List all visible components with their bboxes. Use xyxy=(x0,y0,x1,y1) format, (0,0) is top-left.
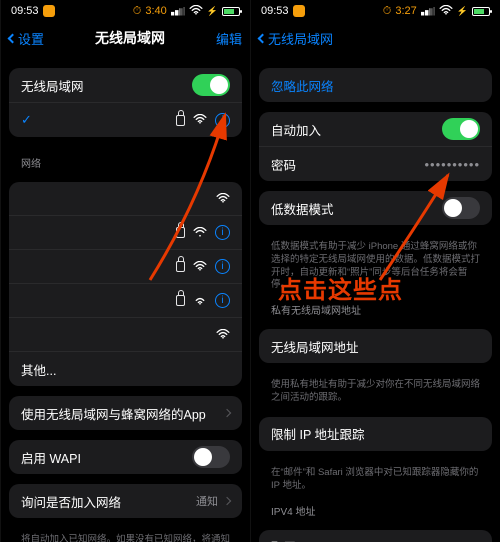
wlan-address-label: 无线局域网地址 xyxy=(271,337,480,356)
lock-icon xyxy=(176,295,185,306)
network-row[interactable]: i xyxy=(9,284,242,318)
limit-tracking-row[interactable]: 限制 IP 地址跟踪 xyxy=(259,417,492,451)
apps-using-wifi-row[interactable]: 使用无线局域网与蜂窝网络的App xyxy=(9,396,242,430)
status-bar: 09:53 ⏱ 3:27 ⚡ xyxy=(251,0,500,22)
right-screen: 09:53 ⏱ 3:27 ⚡ 无线局域网 忽略此网络 自动加入 xyxy=(250,0,500,542)
low-data-toggle[interactable] xyxy=(442,197,480,219)
private-addr-footer: 使用私有地址有助于减少对你在不同无线局域网络之间活动的跟踪。 xyxy=(259,373,492,407)
wifi-icon xyxy=(189,5,203,18)
page-title: 无线局域网 xyxy=(44,28,216,48)
networks-list: i i i xyxy=(9,182,242,386)
config-ip-label: 配置 IP xyxy=(271,537,480,542)
ipv4-header: IPV4 地址 xyxy=(259,495,492,520)
wifi-icon xyxy=(439,5,453,18)
wlan-address-row[interactable]: 无线局域网地址 xyxy=(259,329,492,363)
network-row[interactable] xyxy=(9,318,242,352)
ask-label: 询问是否加入网络 xyxy=(21,492,196,511)
network-row[interactable] xyxy=(9,182,242,216)
private-addr-header: 私有无线局域网地址 xyxy=(259,294,492,319)
wifi-strength-icon xyxy=(193,294,207,308)
charge-icon: ⚡ xyxy=(207,6,218,17)
password-label: 密码 xyxy=(271,155,424,174)
wapi-row[interactable]: 启用 WAPI xyxy=(9,440,242,474)
alarm-icon xyxy=(43,5,55,17)
battery-icon xyxy=(472,7,490,16)
wifi-strength-icon xyxy=(216,328,230,342)
wifi-master-label: 无线局域网 xyxy=(21,76,192,95)
battery-icon xyxy=(222,7,240,16)
auto-join-row[interactable]: 自动加入 xyxy=(259,112,492,147)
status-time: 09:53 xyxy=(11,5,39,17)
wifi-master-toggle[interactable] xyxy=(192,74,230,96)
low-data-row[interactable]: 低数据模式 xyxy=(259,191,492,225)
forget-network-row[interactable]: 忽略此网络 xyxy=(259,68,492,102)
auto-join-toggle[interactable] xyxy=(442,118,480,140)
status-bar: 09:53 ⏱ 3:40 ⚡ xyxy=(1,0,250,22)
timer-icon: ⏱ xyxy=(383,5,392,18)
wifi-strength-icon xyxy=(193,226,207,240)
lock-icon xyxy=(176,261,185,272)
wapi-label: 启用 WAPI xyxy=(21,448,192,467)
cell-signal-icon xyxy=(171,7,185,16)
back-label: 设置 xyxy=(18,29,44,48)
ask-join-row[interactable]: 询问是否加入网络 通知 xyxy=(9,484,242,518)
connected-network-row[interactable]: ✓ i xyxy=(9,103,242,137)
charge-icon: ⚡ xyxy=(457,6,468,17)
info-icon[interactable]: i xyxy=(215,225,230,240)
info-icon[interactable]: i xyxy=(215,113,230,128)
wifi-master-row[interactable]: 无线局域网 xyxy=(9,68,242,103)
status-time: 09:53 xyxy=(261,5,289,17)
back-button[interactable]: 设置 xyxy=(9,29,44,48)
navbar: 无线局域网 xyxy=(251,22,500,54)
wapi-toggle[interactable] xyxy=(192,446,230,468)
networks-header: 网络 xyxy=(9,147,242,172)
info-icon[interactable]: i xyxy=(215,293,230,308)
ask-value: 通知 xyxy=(196,493,218,509)
status-timer: 3:27 xyxy=(395,5,416,17)
timer-icon: ⏱ xyxy=(133,5,142,18)
password-dots: •••••••••• xyxy=(424,157,480,172)
password-row[interactable]: 密码 •••••••••• xyxy=(259,147,492,181)
wifi-strength-icon xyxy=(216,192,230,206)
cell-signal-icon xyxy=(421,7,435,16)
chevron-left-icon xyxy=(8,33,18,43)
auto-join-label: 自动加入 xyxy=(271,120,442,139)
limit-track-label: 限制 IP 地址跟踪 xyxy=(271,424,480,443)
navbar: 设置 无线局域网 编辑 xyxy=(1,22,250,54)
chevron-right-icon xyxy=(223,497,231,505)
low-data-label: 低数据模式 xyxy=(271,199,442,218)
low-data-footer: 低数据模式有助于减少 iPhone 通过蜂窝网络或你选择的特定无线局域网使用的数… xyxy=(259,235,492,294)
back-button[interactable]: 无线局域网 xyxy=(259,29,333,48)
lock-icon xyxy=(176,115,185,126)
alarm-icon xyxy=(293,5,305,17)
edit-button[interactable]: 编辑 xyxy=(216,29,242,48)
network-row[interactable]: i xyxy=(9,216,242,250)
forget-label: 忽略此网络 xyxy=(271,76,480,95)
other-network-row[interactable]: 其他... xyxy=(9,352,242,386)
checkmark-icon: ✓ xyxy=(21,112,32,128)
limit-footer: 在“邮件”和 Safari 浏览器中对已知跟踪器隐藏你的 IP 地址。 xyxy=(259,461,492,495)
chevron-right-icon xyxy=(223,409,231,417)
info-icon[interactable]: i xyxy=(215,259,230,274)
apps-label: 使用无线局域网与蜂窝网络的App xyxy=(21,404,224,423)
status-timer: 3:40 xyxy=(145,5,166,17)
left-screen: 09:53 ⏱ 3:40 ⚡ 设置 无线局域网 编辑 无线局域网 ✓ xyxy=(0,0,250,542)
other-label: 其他... xyxy=(21,360,230,379)
chevron-left-icon xyxy=(258,33,268,43)
wifi-strength-icon xyxy=(193,113,207,127)
wifi-strength-icon xyxy=(193,260,207,274)
network-row[interactable]: i xyxy=(9,250,242,284)
lock-icon xyxy=(176,227,185,238)
back-label: 无线局域网 xyxy=(268,29,333,48)
ask-footer-text: 将自动加入已知网络。如果没有已知网络，将通知您有可用网络。 xyxy=(9,528,242,542)
config-ip-row[interactable]: 配置 IP xyxy=(259,530,492,542)
